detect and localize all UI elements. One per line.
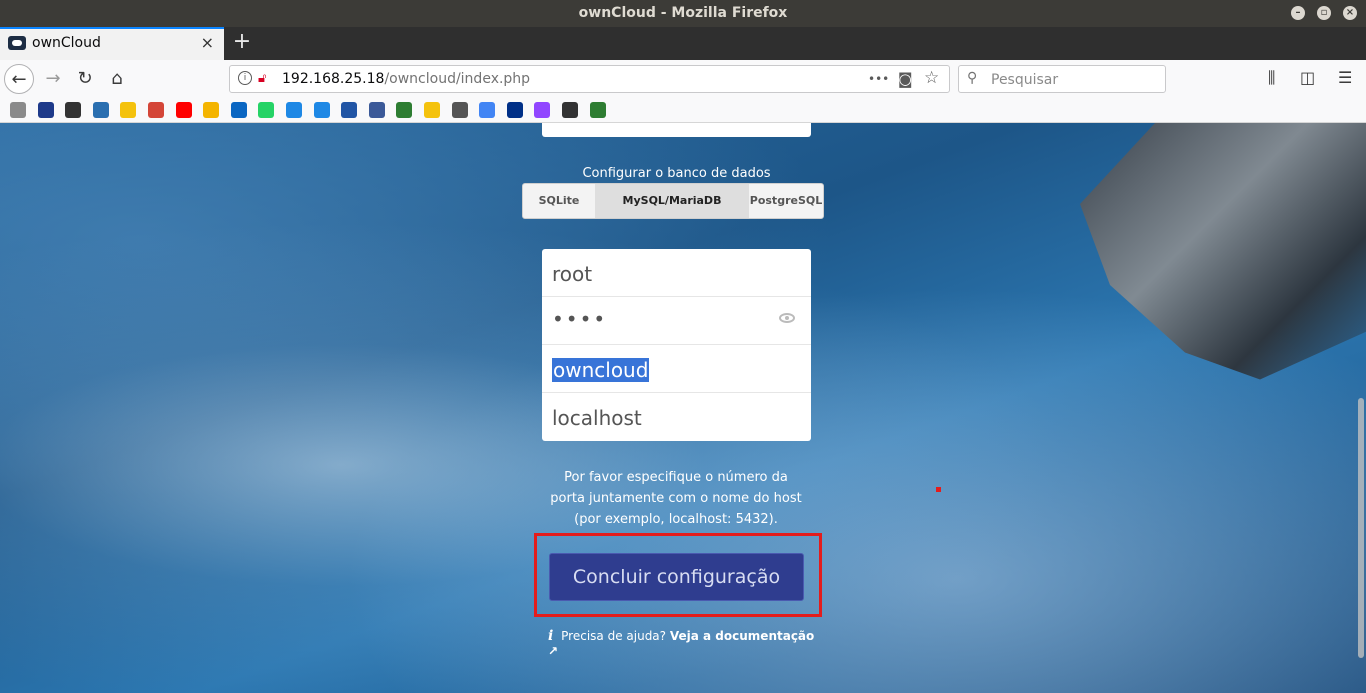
bookmark-favicon-icon[interactable]	[230, 102, 247, 118]
bookmark-favicon-icon[interactable]	[534, 102, 551, 118]
menu-icon[interactable]: ☰	[1338, 68, 1352, 87]
tab-strip: ownCloud × +	[0, 27, 1366, 60]
url-bar[interactable]: i 🔓︎ 192.168.25.18/owncloud/index.php ••…	[229, 65, 950, 93]
finish-setup-button[interactable]: Concluir configuração	[549, 553, 804, 601]
info-icon: i	[548, 628, 554, 644]
db-name-field[interactable]: owncloud	[542, 345, 811, 393]
sidebar-icon[interactable]: ◫	[1300, 68, 1315, 87]
db-host-value: localhost	[552, 406, 642, 430]
scrollbar[interactable]	[1356, 123, 1366, 693]
help-text: Precisa de ajuda?	[561, 629, 667, 643]
bookmark-favicon-icon[interactable]	[148, 102, 164, 118]
database-type-selector: SQLite MySQL/MariaDB PostgreSQL	[522, 183, 824, 219]
navigation-toolbar: ← → ↻ ⌂ i 🔓︎ 192.168.25.18/owncloud/inde…	[0, 60, 1366, 98]
bookmarks-folder-icon[interactable]	[10, 102, 26, 118]
tab-close-icon[interactable]: ×	[201, 33, 214, 52]
bookmark-favicon-icon[interactable]	[424, 102, 440, 118]
satellite-background-image	[1080, 123, 1366, 380]
tab-label: ownCloud	[32, 35, 101, 51]
port-hint-text: Por favor especifique o número da porta …	[550, 470, 802, 527]
url-text[interactable]: 192.168.25.18/owncloud/index.php	[282, 71, 530, 87]
scrollbar-thumb[interactable]	[1358, 398, 1364, 658]
library-icon[interactable]: ⫼	[1268, 68, 1275, 88]
db-user-field[interactable]: root	[542, 249, 811, 297]
bookmark-favicon-icon[interactable]	[65, 102, 82, 118]
window-title: ownCloud - Mozilla Firefox	[578, 5, 788, 21]
bookmark-favicon-icon[interactable]	[203, 102, 220, 118]
bookmark-favicon-icon[interactable]	[396, 102, 413, 118]
maximize-button[interactable]: ▫	[1317, 6, 1331, 20]
db-host-field[interactable]: localhost	[542, 393, 811, 441]
database-config-label: Configurar o banco de dados	[582, 166, 771, 181]
previous-field-bottom[interactable]	[542, 123, 811, 137]
db-tab-sqlite[interactable]: SQLite	[523, 184, 595, 218]
bookmarks-toolbar	[0, 98, 1366, 123]
help-line: i Precisa de ajuda? Veja a documentação …	[548, 628, 818, 658]
bookmark-favicon-icon[interactable]	[562, 102, 578, 118]
db-tab-postgresql[interactable]: PostgreSQL	[749, 184, 823, 218]
window-titlebar: ownCloud - Mozilla Firefox – ▫ ×	[0, 0, 1366, 27]
db-password-field[interactable]: ••••	[542, 297, 811, 345]
url-path: /owncloud/index.php	[384, 71, 531, 87]
page-actions-icon[interactable]: •••	[868, 72, 889, 86]
owncloud-favicon-icon	[8, 36, 26, 50]
tab-owncloud[interactable]: ownCloud ×	[0, 27, 224, 60]
site-info-icon[interactable]: i	[238, 71, 252, 85]
db-name-value: owncloud	[552, 358, 650, 382]
db-password-value: ••••	[552, 307, 608, 331]
new-tab-button[interactable]: +	[230, 29, 254, 55]
bookmark-favicon-icon[interactable]	[313, 102, 330, 118]
bookmark-favicon-icon[interactable]	[286, 102, 302, 118]
url-host: 192.168.25.18	[282, 71, 385, 87]
bookmark-favicon-icon[interactable]	[37, 102, 54, 118]
bookmark-favicon-icon[interactable]	[341, 102, 358, 118]
db-user-value: root	[552, 262, 593, 286]
insecure-lock-icon[interactable]: 🔓︎	[258, 71, 272, 87]
search-placeholder: Pesquisar	[991, 72, 1059, 88]
bookmark-favicon-icon[interactable]	[175, 102, 192, 118]
database-fields: root •••• owncloud localhost	[542, 249, 811, 441]
bookmark-favicon-icon[interactable]	[589, 102, 606, 118]
bookmark-favicon-icon[interactable]	[451, 102, 468, 118]
reload-button[interactable]: ↻	[70, 64, 100, 94]
search-bar[interactable]: ⚲ Pesquisar	[958, 65, 1166, 93]
bookmark-favicon-icon[interactable]	[120, 102, 137, 118]
db-tab-mysql[interactable]: MySQL/MariaDB	[595, 184, 749, 218]
back-button[interactable]: ←	[4, 64, 34, 94]
cursor-marker	[936, 487, 941, 492]
home-button[interactable]: ⌂	[102, 64, 132, 94]
pocket-icon[interactable]: ◙	[898, 70, 913, 88]
search-icon: ⚲	[967, 70, 978, 86]
bookmark-favicon-icon[interactable]	[479, 102, 496, 118]
bookmark-favicon-icon[interactable]	[258, 102, 275, 118]
page-content: Configurar o banco de dados SQLite MySQL…	[0, 123, 1366, 693]
minimize-button[interactable]: –	[1291, 6, 1305, 20]
bookmark-favicon-icon[interactable]	[92, 102, 109, 118]
bookmark-favicon-icon[interactable]	[506, 102, 523, 118]
show-password-eye-icon[interactable]	[779, 313, 795, 323]
bookmark-favicon-icon[interactable]	[368, 102, 385, 118]
close-window-button[interactable]: ×	[1343, 6, 1357, 20]
forward-button[interactable]: →	[38, 64, 68, 94]
bookmark-star-icon[interactable]: ☆	[924, 68, 939, 88]
